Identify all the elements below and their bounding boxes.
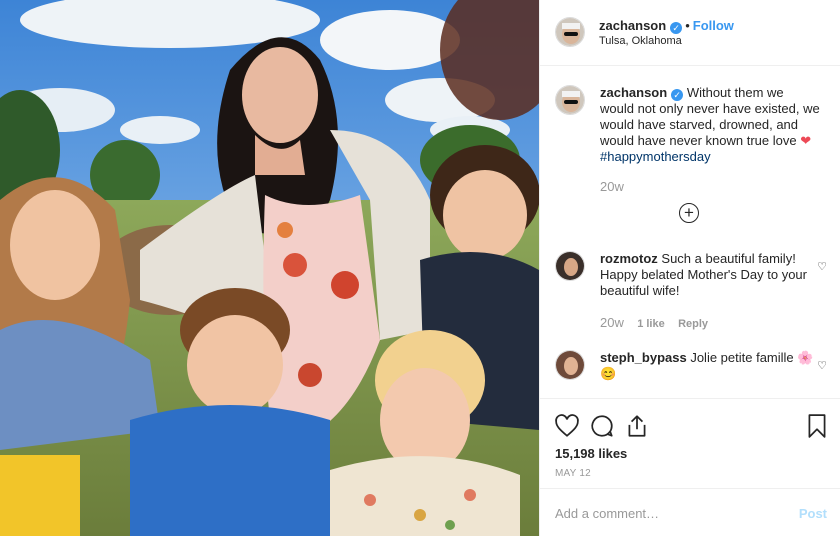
caption: zachanson ✓ Without them we would not onl… xyxy=(555,85,827,205)
load-more-icon[interactable]: + xyxy=(679,203,699,223)
author-username[interactable]: zachanson xyxy=(599,18,666,33)
avatar-image xyxy=(556,252,584,280)
caption-text: zachanson ✓ Without them we would not onl… xyxy=(600,85,820,165)
comment-text: rozmotoz Such a beautiful family! Happy … xyxy=(600,251,820,299)
comments-list[interactable]: zachanson ✓ Without them we would not onl… xyxy=(540,66,840,398)
comment-like-icon[interactable]: ♡ xyxy=(817,260,827,273)
verified-icon: ✓ xyxy=(671,89,684,101)
comment-username[interactable]: rozmotoz xyxy=(600,251,658,266)
comment-username[interactable]: steph_bypass xyxy=(600,350,687,365)
follow-button[interactable]: Follow xyxy=(693,18,734,33)
share-icon[interactable] xyxy=(624,413,650,439)
caption-meta: 20w xyxy=(600,179,634,194)
add-comment-bar: Post xyxy=(540,488,840,536)
post-photo[interactable] xyxy=(0,0,539,536)
red-heart-emoji: ❤ xyxy=(800,133,812,148)
avatar-image xyxy=(556,351,584,379)
separator-dot: • xyxy=(685,18,690,33)
save-icon[interactable] xyxy=(804,413,830,439)
post-comment-button[interactable]: Post xyxy=(799,506,827,521)
comment-meta: 20w 1 like Reply xyxy=(600,315,718,330)
caption-time[interactable]: 20w xyxy=(600,179,624,194)
commenter-avatar[interactable] xyxy=(555,251,585,281)
comment-likes[interactable]: 1 like xyxy=(637,318,665,330)
post-location[interactable]: Tulsa, Oklahoma xyxy=(599,35,682,47)
comment-time[interactable]: 20w xyxy=(600,315,624,330)
comment-input[interactable] xyxy=(555,504,785,522)
author-avatar[interactable] xyxy=(555,17,585,47)
post-header: zachanson ✓ • Follow Tulsa, Oklahoma xyxy=(540,0,840,66)
avatar-image xyxy=(556,18,584,46)
comment-item: rozmotoz Such a beautiful family! Happy … xyxy=(555,251,827,331)
commenter-avatar[interactable] xyxy=(555,350,585,380)
post-actions: 15,198 likes MAY 12 xyxy=(540,398,840,488)
reply-button[interactable]: Reply xyxy=(678,318,708,330)
heart-icon[interactable] xyxy=(554,413,580,439)
comment-icon[interactable] xyxy=(589,413,615,439)
comment-text: steph_bypass Jolie petite famille 🌸😊 xyxy=(600,350,820,382)
comment-like-icon[interactable]: ♡ xyxy=(817,359,827,372)
comment-item: steph_bypass Jolie petite famille 🌸😊 ♡ 2… xyxy=(555,350,827,398)
family-photo-illustration xyxy=(0,0,539,536)
verified-icon: ✓ xyxy=(670,22,683,34)
post-details-panel: zachanson ✓ • Follow Tulsa, Oklahoma zachan… xyxy=(539,0,840,536)
hashtag-link[interactable]: #happymothersday xyxy=(600,149,711,164)
caption-username[interactable]: zachanson xyxy=(600,85,667,100)
likes-count[interactable]: 15,198 likes xyxy=(555,446,627,461)
avatar-image xyxy=(556,86,584,114)
post-date[interactable]: MAY 12 xyxy=(555,468,591,479)
caption-avatar[interactable] xyxy=(555,85,585,115)
comment-body: Jolie petite famille xyxy=(690,350,794,365)
